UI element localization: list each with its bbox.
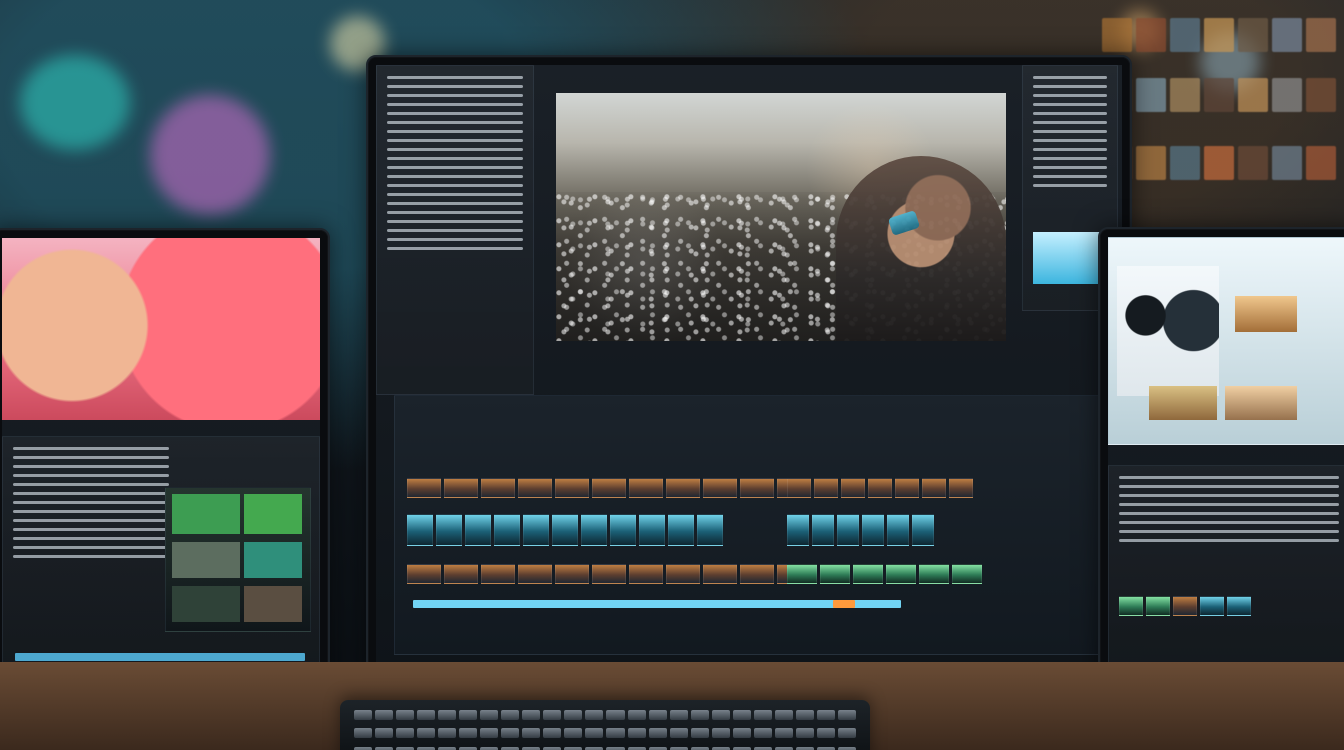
timeline-track-5: [787, 514, 934, 546]
timeline-track-3: [407, 564, 811, 584]
timeline-track-4: [787, 478, 973, 498]
headphone-ear-cup: [887, 210, 921, 236]
center-monitor: [366, 55, 1132, 677]
left-monitor-thumbnail-grid: [165, 487, 311, 632]
right-monitor-thumb-strip: [1119, 596, 1251, 616]
right-panel-preview-thumbnail: [1033, 232, 1103, 284]
center-video-preview: [556, 93, 1006, 341]
left-monitor-screen: [2, 238, 320, 688]
woman-with-headphones: [836, 156, 1006, 341]
right-monitor-image-main: [1117, 266, 1219, 396]
right-monitor-text-lines: [1119, 476, 1339, 668]
center-monitor-screen: [376, 65, 1122, 667]
left-monitor-list-lines: [13, 447, 169, 671]
right-monitor-screen: [1108, 237, 1344, 681]
keyboard: [340, 700, 870, 750]
timeline-track-2: [407, 514, 723, 546]
right-monitor-top-panel: [1108, 237, 1344, 445]
editing-studio-scene: [0, 0, 1344, 750]
left-monitor-progress-bar: [15, 653, 305, 661]
sidebar-text-lines: [387, 76, 523, 384]
background-bokeh-1: [20, 55, 130, 150]
left-preview-image: [2, 238, 320, 420]
timeline-track-1: [407, 478, 811, 498]
right-monitor-bottom-panel: [1108, 465, 1344, 679]
right-monitor-image-strip: [1235, 296, 1297, 332]
timeline-progress-bar: [413, 600, 901, 608]
background-bokeh-2: [150, 95, 270, 215]
left-monitor: [0, 228, 330, 698]
right-monitor: [1098, 227, 1344, 691]
right-monitor-image-bottom-left: [1149, 386, 1217, 420]
center-monitor-sidebar: [376, 65, 534, 395]
left-monitor-timeline-panel: [2, 436, 320, 682]
right-monitor-image-bottom-right: [1225, 386, 1297, 420]
center-monitor-timeline: [394, 395, 1100, 655]
keyboard-keys: [354, 710, 856, 750]
timeline-progress-highlight: [833, 600, 855, 608]
bookshelf-row-top: [1094, 18, 1344, 52]
timeline-track-6: [787, 564, 982, 584]
